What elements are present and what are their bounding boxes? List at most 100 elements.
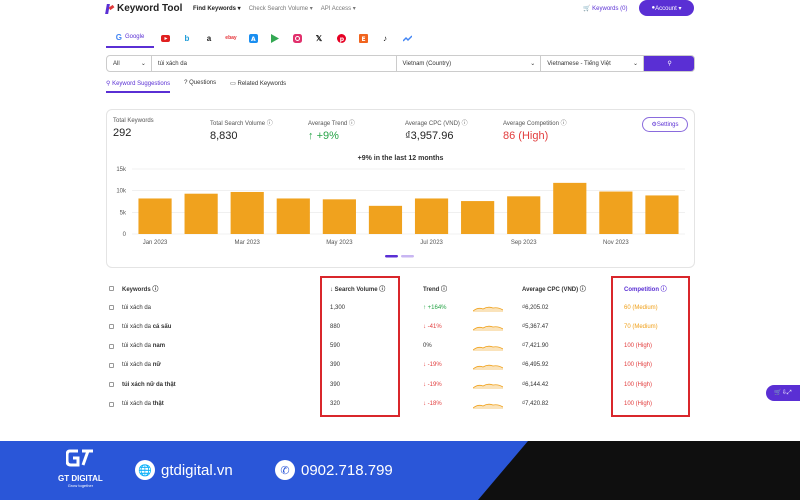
nav-api-access[interactable]: API Access ▾	[321, 5, 356, 12]
playstore-icon[interactable]	[264, 28, 286, 48]
trend-cell: ↓ -41%	[423, 323, 442, 330]
x-icon[interactable]: 𝕏	[308, 28, 330, 48]
trend-sparkline	[473, 306, 503, 312]
instagram-icon[interactable]	[286, 28, 308, 48]
info-icon[interactable]: ⓘ	[580, 287, 586, 293]
amazon-icon[interactable]: a	[198, 28, 220, 48]
chevron-down-icon: ⌄	[140, 61, 146, 67]
x-tick-label: Jan 2023	[143, 240, 168, 246]
table-header: Keywords ⓘ ↓ Search Volume ⓘ Trend ⓘ Ave…	[106, 279, 695, 298]
main-nav: Find Keywords ▾ Check Search Volume ▾ AP…	[193, 5, 356, 12]
website-contact: 🌐 gtdigital.vn	[135, 460, 233, 480]
search-button[interactable]: ⚲	[644, 56, 694, 71]
chart-bar	[645, 195, 679, 234]
cpc-cell: ₫6,495.92	[522, 362, 549, 369]
row-checkbox[interactable]	[109, 343, 114, 349]
chart-bar	[414, 198, 449, 234]
row-checkbox[interactable]	[109, 305, 114, 310]
chart-bar	[553, 182, 587, 234]
pinterest-icon[interactable]: p	[330, 28, 352, 48]
tab-related-keywords[interactable]: ▭ Related Keywords	[230, 80, 286, 93]
row-checkbox[interactable]	[109, 324, 114, 330]
keyword-cell[interactable]: túi xách da thật	[122, 401, 164, 407]
info-icon[interactable]: ⓘ	[152, 287, 158, 293]
cpc-cell: ₫6,144.42	[522, 381, 549, 388]
trend-cell: ↓ -19%	[423, 381, 442, 388]
footer-banner: GT DIGITAL Grow together 🌐 gtdigital.vn …	[0, 441, 800, 500]
nav-check-volume[interactable]: Check Search Volume ▾	[249, 5, 313, 12]
etsy-icon[interactable]: E	[352, 28, 374, 48]
table-row[interactable]: túi xách da nam 590 0% ₫7,421.90 100 (High)	[106, 337, 695, 356]
floating-action-button[interactable]: 🛒⇩⤢	[766, 385, 800, 401]
appstore-icon[interactable]: A	[242, 28, 264, 48]
highlight-search-volume	[320, 276, 400, 417]
svg-text:A: A	[251, 36, 256, 43]
chevron-down-icon: ⌄	[530, 61, 536, 67]
row-checkbox[interactable]	[109, 362, 114, 368]
ebay-icon[interactable]: ebay	[220, 28, 242, 48]
chevron-down-icon: ⌄	[633, 61, 639, 67]
cart-icon: 🛒⇩⤢	[774, 390, 792, 396]
account-button[interactable]: ● Account ▾	[639, 0, 694, 16]
table-row[interactable]: túi xách da thật 320 ↓ -18% ₫7,420.82 100 (H…	[106, 395, 695, 414]
table-row[interactable]: túi xách da cá sấu 880 ↓ -41% ₫5,367.47 70 (…	[106, 317, 695, 336]
y-tick-label: 5k	[120, 210, 127, 216]
keyword-cell[interactable]: túi xách da nam	[122, 343, 165, 349]
bing-icon[interactable]: b	[176, 28, 198, 48]
trend-cell: 0%	[423, 343, 432, 350]
search-input[interactable]: túi xách da	[152, 56, 397, 71]
trend-sparkline	[473, 364, 503, 370]
app-name: Keyword Tool	[117, 3, 183, 14]
phone-icon: ✆	[275, 460, 295, 480]
table-row[interactable]: túi xách nữ da thật 390 ↓ -19% ₫6,144.42 100…	[106, 375, 695, 394]
row-checkbox[interactable]	[109, 382, 114, 388]
search-bar: All ⌄ túi xách da Vietnam (Country) ⌄ Viet…	[106, 55, 695, 72]
x-tick-label: May 2023	[326, 240, 353, 246]
x-tick-label: Mar 2023	[235, 240, 261, 246]
keyword-cell[interactable]: túi xách da cá sấu	[122, 324, 171, 330]
keyword-cell[interactable]: túi xách da	[122, 305, 151, 311]
tab-keyword-suggestions[interactable]: ⚲ Keyword Suggestions	[106, 80, 171, 93]
brand-logo: GT DIGITAL Grow together	[58, 449, 103, 488]
chart-bar	[322, 199, 356, 234]
table-row[interactable]: túi xách da nữ 390 ↓ -19% ₫6,495.92 100 (Hig…	[106, 356, 695, 375]
chart-bar	[184, 193, 218, 234]
cpc-cell: ₫6,205.02	[522, 304, 549, 311]
keyword-cell[interactable]: túi xách da nữ	[122, 362, 161, 368]
tab-questions[interactable]: ? Questions	[184, 80, 216, 93]
result-tabs: ⚲ Keyword Suggestions ? Questions ▭ Rela…	[106, 80, 286, 93]
youtube-icon[interactable]	[154, 28, 176, 48]
stats-panel: Total Keywords 292 Total Search Volume ⓘ…	[106, 109, 695, 268]
app-logo[interactable]: Keyword Tool	[106, 3, 182, 14]
row-checkbox[interactable]	[109, 401, 114, 407]
phone-contact: ✆ 0902.718.799	[275, 460, 393, 480]
keyword-cell[interactable]: túi xách nữ da thật	[122, 382, 176, 388]
search-icon: ⚲	[667, 61, 672, 67]
info-icon[interactable]: ⓘ	[441, 287, 447, 293]
select-all-checkbox[interactable]	[109, 286, 114, 291]
y-tick-label: 15k	[116, 167, 127, 173]
language-select[interactable]: Vietnamese - Tiếng Việt ⌄	[541, 56, 645, 71]
source-tabs: G Google b a ebay A 𝕏 p E ♪	[106, 28, 418, 48]
cpc-cell: ₫7,420.82	[522, 401, 549, 407]
cpc-cell: ₫7,421.90	[522, 343, 549, 350]
table-row[interactable]: túi xách da 1,300 ↑ +164% ₫6,205.02 60 (Medi…	[106, 298, 695, 317]
trends-icon[interactable]	[396, 28, 418, 48]
logo-mark-icon	[106, 4, 114, 14]
country-select[interactable]: Vietnam (Country) ⌄	[397, 56, 542, 71]
scope-select[interactable]: All ⌄	[107, 56, 152, 71]
tab-google[interactable]: G Google	[106, 28, 154, 48]
chart-pager-dot[interactable]	[385, 255, 398, 258]
globe-icon: 🌐	[135, 460, 155, 480]
cpc-cell: ₫5,367.47	[522, 323, 549, 330]
x-tick-label: Sep 2023	[511, 240, 537, 246]
nav-find-keywords[interactable]: Find Keywords ▾	[193, 5, 241, 12]
chart-pager-dot[interactable]	[401, 255, 414, 258]
highlight-competition	[611, 276, 690, 417]
tiktok-icon[interactable]: ♪	[374, 28, 396, 48]
chart-bar	[461, 201, 495, 234]
x-tick-label: Jul 2023	[420, 240, 443, 246]
top-nav-bar: Keyword Tool Find Keywords ▾ Check Searc…	[0, 0, 800, 18]
trend-sparkline	[473, 383, 503, 390]
saved-keywords-link[interactable]: 🛒 Keywords (0)	[583, 5, 627, 12]
